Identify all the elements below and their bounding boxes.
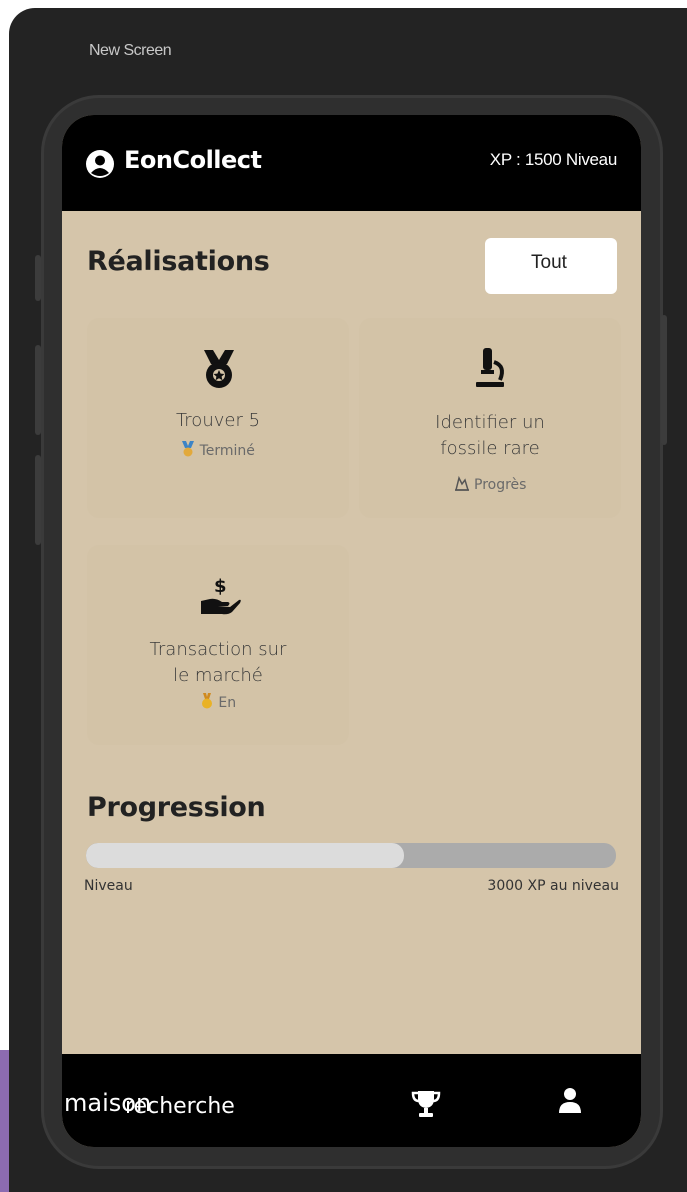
phone-volume-up-button xyxy=(35,345,41,435)
achievement-status-label: Terminé xyxy=(199,443,255,459)
achievement-title: Trouver 5 xyxy=(175,410,261,431)
progress-right-label: 3000 XP au niveau xyxy=(487,878,619,894)
app-title: EonCollect xyxy=(124,146,262,174)
app-screen: EonCollect XP : 1500 Niveau Réalisations… xyxy=(62,115,641,1147)
app-header: EonCollect XP : 1500 Niveau xyxy=(62,115,641,211)
phone-volume-down-button xyxy=(35,455,41,545)
achievement-status-label: En xyxy=(218,695,237,711)
achievement-status: En xyxy=(87,693,349,711)
progress-icon xyxy=(454,475,469,491)
achievement-status: Progrès xyxy=(359,475,621,493)
user-icon[interactable] xyxy=(558,1087,582,1115)
bottom-nav: maison recherche xyxy=(62,1054,641,1147)
achievement-card[interactable]: $ Transaction sur le marché En xyxy=(87,545,349,745)
achievements-title: Réalisations xyxy=(87,246,270,277)
screen-label: New Screen xyxy=(89,42,172,59)
account-circle-icon[interactable] xyxy=(85,149,115,179)
phone-power-button xyxy=(661,315,667,445)
progress-title: Progression xyxy=(87,792,266,823)
achievement-card[interactable]: Identifier un fossile rare Progrès xyxy=(359,318,621,518)
achievement-status: Terminé xyxy=(87,441,349,459)
achievement-status-label: Progrès xyxy=(474,477,527,493)
level-progress-fill xyxy=(86,843,404,868)
svg-text:$: $ xyxy=(214,576,227,597)
achievement-card[interactable]: Trouver 5 Terminé xyxy=(87,318,349,518)
gold-medal-icon xyxy=(201,693,212,709)
xp-level-readout: XP : 1500 Niveau xyxy=(489,150,618,169)
achievement-title-text: Identifier un fossile rare xyxy=(435,412,545,459)
progress-left-label: Niveau xyxy=(84,878,133,894)
phone-side-button xyxy=(35,255,41,301)
level-progress-bar xyxy=(86,843,616,868)
trophy-icon[interactable] xyxy=(411,1089,441,1119)
achievement-title: Identifier un fossile rare xyxy=(359,410,621,462)
microscope-icon xyxy=(476,348,504,387)
achievement-title-text: Transaction sur le marché xyxy=(149,639,287,686)
nav-search-link[interactable]: recherche xyxy=(125,1094,235,1119)
medal-icon xyxy=(204,350,234,388)
hand-dollar-icon: $ xyxy=(201,576,241,615)
ribbon-medal-icon xyxy=(182,441,195,457)
filter-all-button[interactable]: Tout xyxy=(485,238,617,294)
